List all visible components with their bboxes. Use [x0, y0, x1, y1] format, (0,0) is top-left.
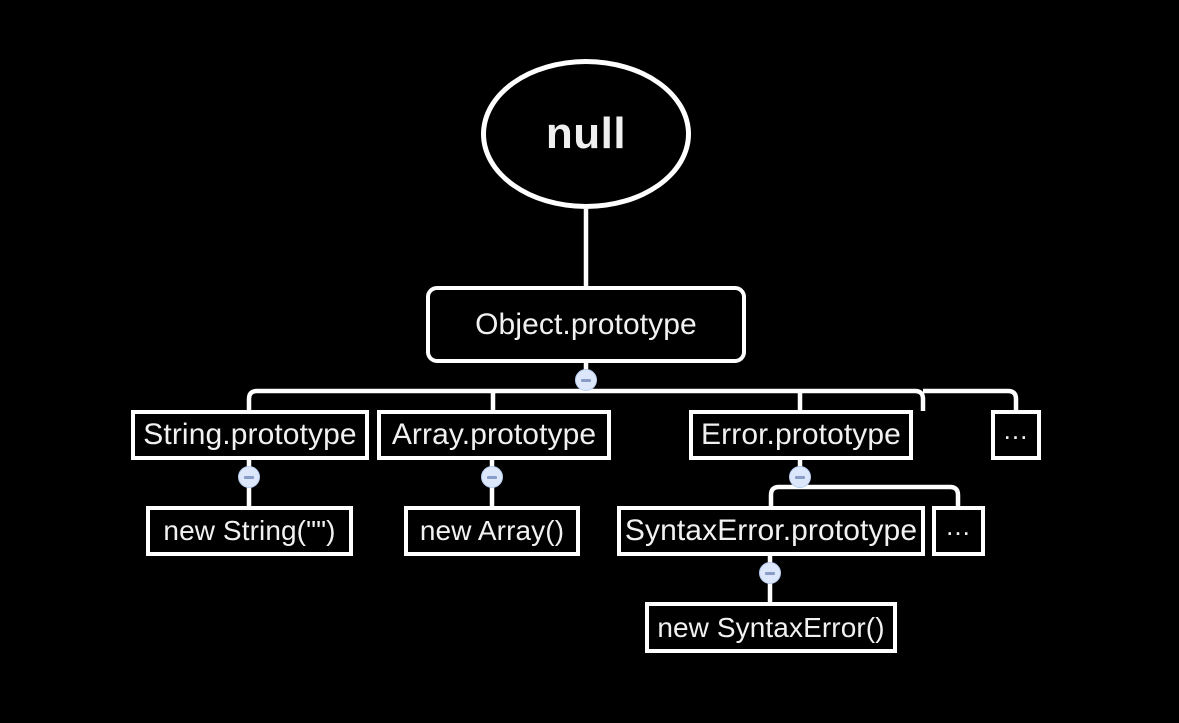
node-object-prototype-label: Object.prototype [475, 307, 697, 341]
node-new-array[interactable]: new Array() [404, 506, 580, 556]
minus-icon [244, 475, 254, 479]
node-syntaxerror-prototype-label: SyntaxError.prototype [624, 514, 918, 547]
node-error-prototype-label: Error.prototype [701, 418, 901, 451]
node-error-prototype-more[interactable]: ... [932, 506, 985, 556]
node-string-prototype-label: String.prototype [143, 418, 357, 451]
collapse-toggle-string-prototype[interactable] [238, 466, 260, 488]
ellipsis-icon: ... [1003, 414, 1029, 445]
node-new-string-label: new String("") [163, 515, 336, 546]
minus-icon [795, 475, 805, 479]
ellipsis-icon: ... [946, 510, 971, 541]
collapse-toggle-error-prototype[interactable] [789, 466, 811, 488]
diagram-canvas: null Object.prototype String.prototype A… [0, 0, 1179, 723]
node-new-syntaxerror[interactable]: new SyntaxError() [645, 602, 897, 653]
minus-icon [765, 571, 775, 575]
node-null-label: null [545, 109, 627, 158]
minus-icon [487, 475, 497, 479]
node-null[interactable]: null [481, 59, 691, 209]
minus-icon [581, 378, 591, 382]
node-array-prototype-label: Array.prototype [391, 418, 597, 451]
node-new-string[interactable]: new String("") [146, 506, 353, 556]
collapse-toggle-object-prototype[interactable] [575, 369, 597, 391]
node-error-prototype[interactable]: Error.prototype [689, 410, 913, 460]
collapse-toggle-syntaxerror-prototype[interactable] [759, 562, 781, 584]
node-array-prototype[interactable]: Array.prototype [377, 410, 611, 460]
node-object-prototype-more[interactable]: ... [991, 410, 1041, 460]
node-string-prototype[interactable]: String.prototype [131, 410, 369, 460]
node-syntaxerror-prototype[interactable]: SyntaxError.prototype [617, 506, 925, 556]
node-new-array-label: new Array() [419, 515, 565, 546]
edge-bus-object-prototype [246, 363, 1019, 411]
node-new-syntaxerror-label: new SyntaxError() [657, 611, 885, 643]
collapse-toggle-array-prototype[interactable] [481, 466, 503, 488]
node-object-prototype[interactable]: Object.prototype [426, 286, 746, 363]
